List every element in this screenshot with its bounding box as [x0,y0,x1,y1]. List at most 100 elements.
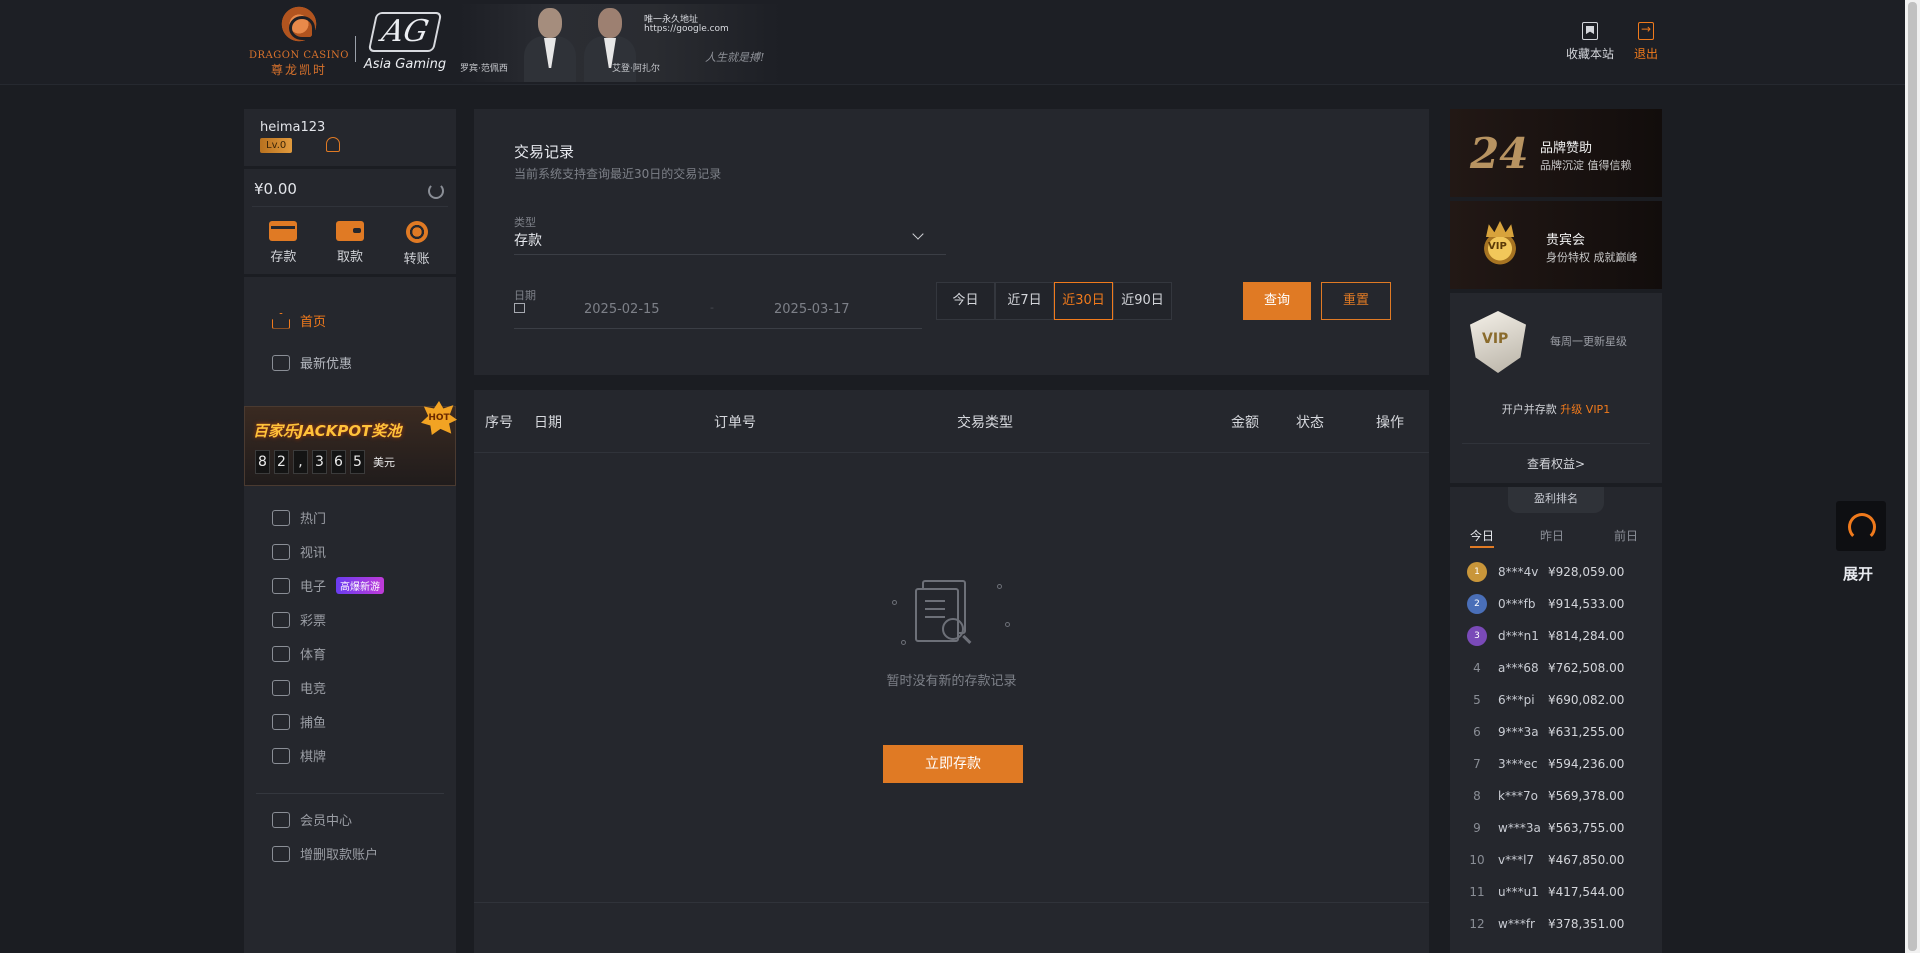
logout-icon [1638,22,1654,40]
view-benefits-link[interactable]: 查看权益> [1450,455,1662,472]
ranking-row: 3 d***n1 ¥814,284.00 [1464,626,1654,646]
ranking-number: 11 [1469,885,1485,899]
nav-item-hot[interactable]: 热门 [272,508,326,527]
level-badge: Lv.0 [260,138,293,153]
nav-item-sports[interactable]: 体育 [272,644,326,663]
type-select[interactable]: 存款 [514,230,542,250]
nav-item-home[interactable]: 首页 [272,311,326,330]
nav-item-live[interactable]: 视讯 [272,542,326,561]
transfer-action[interactable]: 转账 [387,221,447,267]
permanent-address-url: https://google.com [644,24,729,34]
nav-item-promotions[interactable]: 最新优惠 [272,353,352,372]
ranking-amount: ¥467,850.00 [1548,853,1625,867]
dragon-casino-logo[interactable]: DRAGON CASINO 尊龙凯时 [244,6,354,80]
ranking-user: a***68 [1498,661,1539,675]
vip-upgrade-level[interactable]: 升级 VIP1 [1560,403,1610,416]
ranking-amount: ¥914,533.00 [1548,597,1625,611]
ranking-amount: ¥631,255.00 [1548,725,1625,739]
jackpot-unit: 美元 [373,456,395,469]
deposit-action[interactable]: 存款 [253,221,313,267]
expand-label[interactable]: 展开 [1843,563,1873,584]
bookmark-icon [1582,22,1598,40]
column-index: 序号 [485,415,513,431]
logout-button[interactable]: 退出 [1634,22,1658,62]
nav-label-promotions: 最新优惠 [300,357,353,372]
tab-today[interactable]: 今日 [1470,527,1495,548]
playing-card-icon [272,747,290,764]
refresh-icon[interactable] [428,183,444,199]
jackpot-banner[interactable]: 百家乐JACKPOT奖池 HOT 8 2 , 3 6 5 美元 [244,401,457,486]
ranking-user: 8***4v [1498,565,1539,579]
table-footer-divider [474,902,1429,903]
flame-icon [272,509,290,526]
vip-upgrade-hint: 开户并存款 升级 VIP1 [1450,401,1662,417]
ranking-user: 6***pi [1498,693,1535,707]
ranking-number: 8 [1473,789,1481,803]
range-7d-button[interactable]: 近7日 [995,282,1054,320]
column-order-no: 订单号 [714,415,756,431]
nav-item-cards[interactable]: 棋牌 [272,746,326,765]
ranking-amount: ¥762,508.00 [1548,661,1625,675]
brand-24-logo: 24 [1470,129,1529,178]
ambassador-name-2: 艾登·阿扎尔 [612,64,660,74]
new-games-tag: 高爆新游 [336,577,385,594]
range-today-button[interactable]: 今日 [936,282,995,320]
nav-label-fishing: 捕鱼 [300,716,327,731]
vip-upgrade-prefix: 开户并存款 [1501,403,1557,416]
date-end-input[interactable]: 2025-03-17 [774,302,850,317]
column-actions: 操作 [1376,415,1404,431]
gift-icon [272,354,290,371]
nav-item-fishing[interactable]: 捕鱼 [272,712,326,731]
live-cards-icon [272,543,290,560]
brand-name-en: DRAGON CASINO [248,50,349,61]
brand-sponsor-card[interactable]: 24 品牌赞助 品牌沉淀 值得信赖 [1450,109,1662,197]
ranking-row: 1 8***4v ¥928,059.00 [1464,562,1654,582]
transaction-table: 序号 日期 订单号 交易类型 金额 状态 操作 暂时没有新的存款记录 立即存款 [474,390,1429,953]
vip-divider [1462,443,1650,444]
bell-icon[interactable] [326,137,340,152]
type-underline [514,254,946,255]
nav-item-add-account[interactable]: 增删取款账户 [272,844,378,863]
customer-service-icon[interactable] [1836,501,1886,551]
nav-divider [256,793,444,794]
ranking-row: 9 w***3a ¥563,755.00 [1464,818,1654,838]
jackpot-digit: 6 [331,450,346,474]
nav-label-esports: 电竞 [300,682,327,697]
soccer-ball-icon [272,645,290,662]
nav-item-member-center[interactable]: 会员中心 [272,810,352,829]
nav-item-lottery[interactable]: 彩票 [272,610,326,629]
range-30d-button[interactable]: 近30日 [1054,282,1113,320]
query-button[interactable]: 查询 [1243,282,1311,320]
lottery-ball-icon [272,611,290,628]
ranking-amount: ¥814,284.00 [1548,629,1625,643]
ranking-title: 盈利排名 [1508,487,1604,513]
ranking-user: w***3a [1498,821,1541,835]
reset-button[interactable]: 重置 [1321,282,1391,320]
table-header: 序号 日期 订单号 交易类型 金额 状态 操作 [474,390,1429,453]
withdraw-action[interactable]: 取款 [320,221,380,267]
deposit-now-button[interactable]: 立即存款 [883,745,1023,783]
ranking-amount: ¥569,378.00 [1548,789,1625,803]
tab-day-before[interactable]: 前日 [1614,527,1638,544]
ranking-number: 7 [1473,757,1481,771]
calendar-icon[interactable] [514,303,525,313]
scrollbar-thumb[interactable] [1908,2,1917,951]
slot-machine-icon [272,577,290,594]
date-start-input[interactable]: 2025-02-15 [584,302,660,317]
transfer-label: 转账 [403,252,430,267]
ranking-number: 12 [1469,917,1485,931]
bookmark-button[interactable]: 收藏本站 [1566,22,1614,62]
vip-club-card[interactable]: 贵宾会 身份特权 成就巅峰 [1450,201,1662,289]
nav-item-slots[interactable]: 电子 高爆新游 [272,576,385,595]
tab-yesterday[interactable]: 昨日 [1540,527,1564,544]
username: heima123 [260,120,326,135]
page-scrollbar[interactable] [1905,0,1920,953]
range-90d-button[interactable]: 近90日 [1113,282,1172,320]
empty-records-icon [887,570,1017,660]
banner-slogan: 人生就是搏! [705,51,765,64]
chevron-down-icon[interactable] [912,228,924,240]
column-status: 状态 [1296,415,1324,431]
main-nav: 首页 最新优惠 百家乐JACKPOT奖池 HOT 8 2 , 3 6 5 美元 … [244,277,457,953]
ag-logo: AG Asia Gaming [362,12,448,78]
nav-item-esports[interactable]: 电竞 [272,678,326,697]
